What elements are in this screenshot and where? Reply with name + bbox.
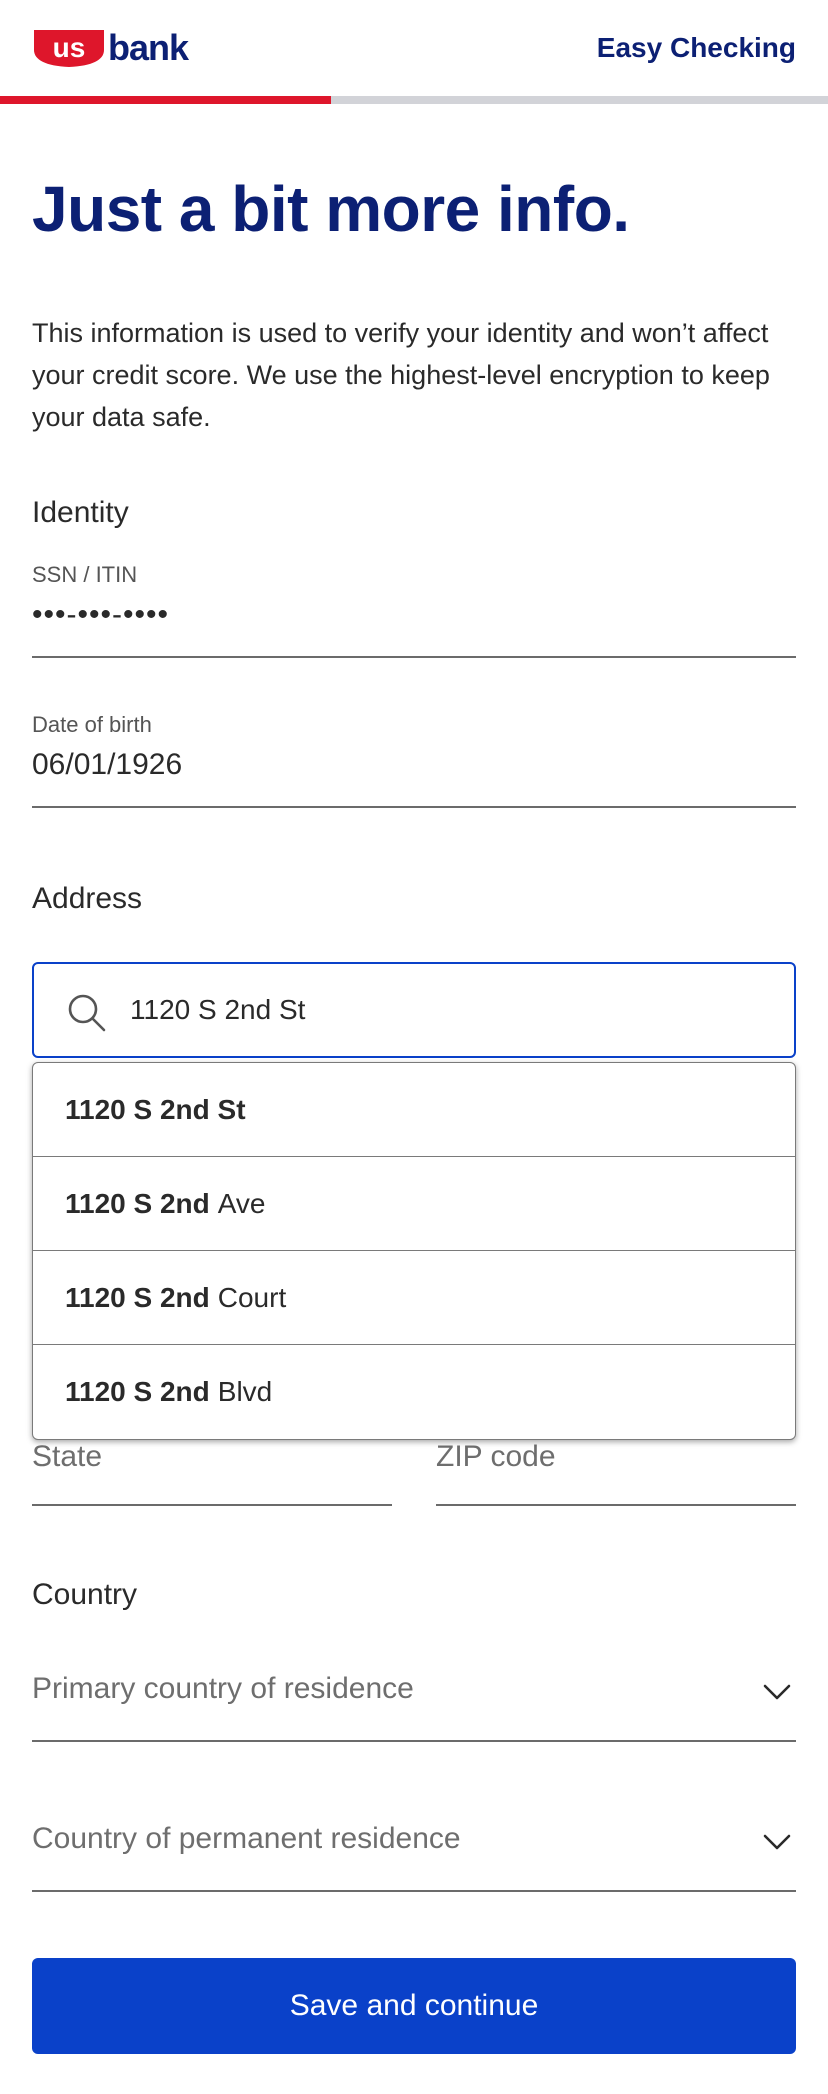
suggestion-item[interactable]: 1120 S 2nd Court [33,1251,795,1345]
suggestion-match: 1120 S 2nd [65,1376,210,1407]
ssn-value[interactable]: •••-•••-•••• [32,598,796,632]
suggestion-match: 1120 S 2nd [65,1281,210,1313]
logo-us-text: us [53,32,86,63]
ssn-label: SSN / ITIN [32,562,138,587]
chevron-down-icon [763,1684,791,1700]
country-section-label: Country [32,1578,138,1611]
progress-bar [0,96,828,104]
dob-value[interactable]: 06/01/1926 [32,748,796,782]
suggestion-match: 1120 S 2nd [65,1187,210,1219]
primary-country-placeholder: Primary country of residence [32,1672,414,1705]
suggestion-item[interactable]: 1120 S 2nd Blvd [33,1345,795,1439]
header: us bank Easy Checking [0,0,828,104]
zip-placeholder: ZIP code [436,1440,556,1473]
zip-field[interactable]: ZIP code [436,1440,796,1506]
identity-section-label: Identity [32,496,129,529]
address-search-input[interactable] [130,964,770,1056]
ssn-field[interactable]: SSN / ITIN •••-•••-•••• [32,562,796,658]
search-icon [68,994,106,1032]
address-section-label: Address [32,882,143,915]
us-shield-icon: us [34,30,104,67]
address-search-box[interactable] [32,962,796,1058]
suggestion-item[interactable]: 1120 S 2nd Ave [33,1157,795,1251]
dob-field[interactable]: Date of birth 06/01/1926 [32,712,796,808]
address-suggestions: 1120 S 2nd St 1120 S 2nd Ave 1120 S 2nd Co… [32,1062,796,1440]
product-name: Easy Checking [596,32,796,63]
logo-bank-text: bank [108,27,189,68]
primary-country-select[interactable]: Primary country of residence [32,1672,796,1742]
suggestion-rest: Ave [217,1187,266,1219]
permanent-country-select[interactable]: Country of permanent residence [32,1822,796,1892]
usbank-logo[interactable]: us bank [32,26,189,70]
save-and-continue-button[interactable]: Save and continue [32,1958,796,2054]
progress-fill [0,96,332,104]
dob-label: Date of birth [32,712,152,737]
suggestion-item[interactable]: 1120 S 2nd St [33,1063,795,1157]
suggestion-rest: Blvd [217,1376,273,1407]
permanent-country-placeholder: Country of permanent residence [32,1822,461,1855]
state-field[interactable]: State [32,1440,392,1506]
suggestion-rest: Court [217,1281,287,1313]
suggestion-match: 1120 S 2nd St [65,1093,246,1125]
state-placeholder: State [32,1440,103,1473]
intro-text: This information is used to verify your … [32,318,770,432]
page-title: Just a bit more info. [32,173,630,245]
chevron-down-icon [763,1834,791,1850]
